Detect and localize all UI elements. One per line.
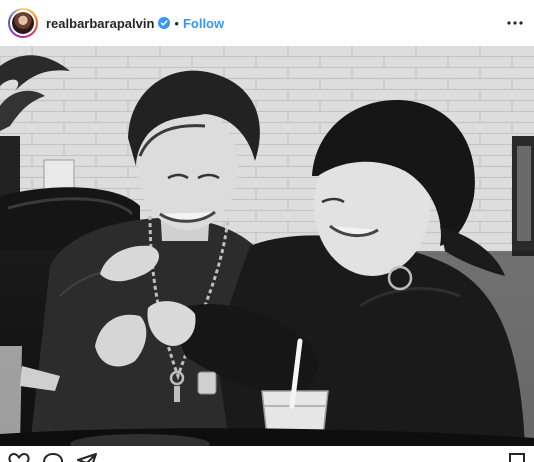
verified-badge-icon <box>158 17 171 29</box>
username-link[interactable]: realbarbarapalvin <box>46 16 154 31</box>
post-header: realbarbarapalvin • Follow <box>0 0 534 46</box>
more-options-icon[interactable] <box>504 12 526 34</box>
bookmark-icon[interactable] <box>508 452 526 462</box>
post-action-bar <box>0 446 534 462</box>
share-icon[interactable] <box>76 452 98 462</box>
heart-icon[interactable] <box>8 452 30 462</box>
follow-button[interactable]: Follow <box>183 16 224 31</box>
header-separator: • <box>174 15 179 31</box>
comment-icon[interactable] <box>42 452 64 462</box>
avatar[interactable] <box>8 8 38 38</box>
post-photo[interactable] <box>0 46 534 446</box>
photo-illustration <box>0 46 534 446</box>
avatar-image <box>12 12 34 34</box>
